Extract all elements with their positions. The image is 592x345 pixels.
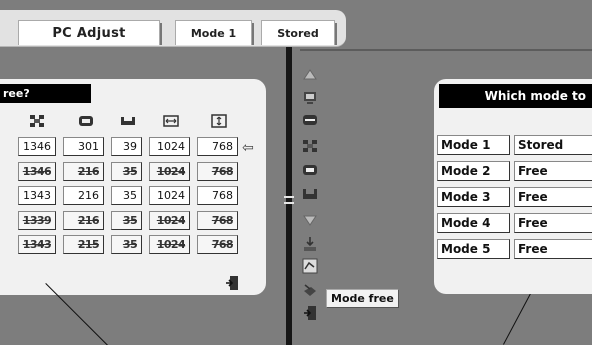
total-dots-icon xyxy=(30,115,44,127)
cell-horizontal: 301 xyxy=(63,137,104,156)
cell-display-v: 768 xyxy=(197,186,238,205)
exit-door-icon[interactable] xyxy=(225,275,239,291)
cell-display-v: 768 xyxy=(197,210,238,230)
mode-state: Free xyxy=(514,187,592,207)
grid-row[interactable]: 1346 301 39 1024 768 xyxy=(18,137,245,156)
panel-title: Which mode to xyxy=(439,84,592,108)
mode-free-icon[interactable] xyxy=(298,280,322,300)
grid-row[interactable]: 1343 215 35 1024 768 xyxy=(18,235,245,254)
divider-handle xyxy=(284,196,294,204)
panel-title: ree? xyxy=(0,84,91,103)
mode-state: Stored xyxy=(514,135,592,155)
mode-state: Free xyxy=(514,161,592,181)
callout-line xyxy=(503,289,533,345)
reset-icon[interactable] xyxy=(298,256,322,276)
tab-stored[interactable]: Stored xyxy=(261,20,337,45)
horizontal-icon[interactable] xyxy=(298,160,322,180)
stored-values-panel: ree? 1346 301 39 1024 768 1346 216 35 10… xyxy=(0,79,266,295)
cell-display-v: 768 xyxy=(197,161,238,181)
display-area-v-icon xyxy=(211,114,227,128)
cell-display-v: 768 xyxy=(197,235,238,254)
horizontal-position-icon xyxy=(79,116,93,126)
quit-icon[interactable] xyxy=(298,303,322,323)
display-area-h-icon xyxy=(163,115,179,127)
cell-total-dots: 1339 xyxy=(18,210,56,230)
mode-row[interactable]: Mode 1 Stored xyxy=(437,135,592,155)
top-tab-bar: PC Adjust Mode 1 Stored xyxy=(0,10,346,47)
vertical-position-icon xyxy=(121,117,135,125)
cell-total-dots: 1346 xyxy=(18,137,56,156)
mode-name: Mode 2 xyxy=(437,161,510,181)
tab-pc-adjust[interactable]: PC Adjust xyxy=(18,20,162,45)
mode-name: Mode 3 xyxy=(437,187,510,207)
store-icon[interactable] xyxy=(298,234,322,254)
mode-name: Mode 1 xyxy=(437,135,510,155)
tab-mode-1[interactable]: Mode 1 xyxy=(175,20,254,45)
cell-total-dots: 1343 xyxy=(18,186,56,205)
cell-display-h: 1024 xyxy=(149,137,190,156)
cell-horizontal: 215 xyxy=(63,235,104,254)
mode-row[interactable]: Mode 4 Free xyxy=(437,213,592,233)
mode-name: Mode 5 xyxy=(437,239,510,259)
cell-display-h: 1024 xyxy=(149,235,190,254)
mode-state: Free xyxy=(514,213,592,233)
mode-select-panel: Which mode to Mode 1 Stored Mode 2 Free … xyxy=(434,79,592,294)
cell-vertical: 35 xyxy=(111,210,142,230)
auto-pc-adj-icon[interactable] xyxy=(298,88,322,108)
menu-tooltip: Mode free xyxy=(326,289,399,308)
grid-row[interactable]: 1343 216 35 1024 768 xyxy=(18,186,245,205)
mode-row[interactable]: Mode 3 Free xyxy=(437,187,592,207)
fine-sync-icon[interactable] xyxy=(298,110,322,130)
top-ruler xyxy=(300,49,592,51)
cell-vertical: 39 xyxy=(111,137,142,156)
scroll-up-icon[interactable] xyxy=(298,64,322,84)
cell-vertical: 35 xyxy=(111,161,142,181)
cell-total-dots: 1346 xyxy=(18,161,56,181)
values-grid: 1346 301 39 1024 768 1346 216 35 1024 76… xyxy=(18,137,245,260)
cell-display-v: 768 xyxy=(197,137,238,156)
total-dots-icon[interactable] xyxy=(298,136,322,156)
cell-vertical: 35 xyxy=(111,186,142,205)
mode-state: Free xyxy=(514,239,592,259)
vertical-icon[interactable] xyxy=(298,184,322,204)
current-row-arrow-icon: ⇦ xyxy=(242,140,254,156)
grid-row[interactable]: 1339 216 35 1024 768 xyxy=(18,210,245,230)
mode-row[interactable]: Mode 2 Free xyxy=(437,161,592,181)
cell-display-h: 1024 xyxy=(149,186,190,205)
cell-vertical: 35 xyxy=(111,235,142,254)
scroll-down-icon[interactable] xyxy=(298,210,322,230)
mode-row[interactable]: Mode 5 Free xyxy=(437,239,592,259)
mode-name: Mode 4 xyxy=(437,213,510,233)
cell-total-dots: 1343 xyxy=(18,235,56,254)
mode-list: Mode 1 Stored Mode 2 Free Mode 3 Free Mo… xyxy=(437,135,592,265)
cell-display-h: 1024 xyxy=(149,161,190,181)
cell-horizontal: 216 xyxy=(63,210,104,230)
cell-display-h: 1024 xyxy=(149,210,190,230)
grid-row[interactable]: 1346 216 35 1024 768 xyxy=(18,161,245,181)
cell-horizontal: 216 xyxy=(63,161,104,181)
cell-horizontal: 216 xyxy=(63,186,104,205)
